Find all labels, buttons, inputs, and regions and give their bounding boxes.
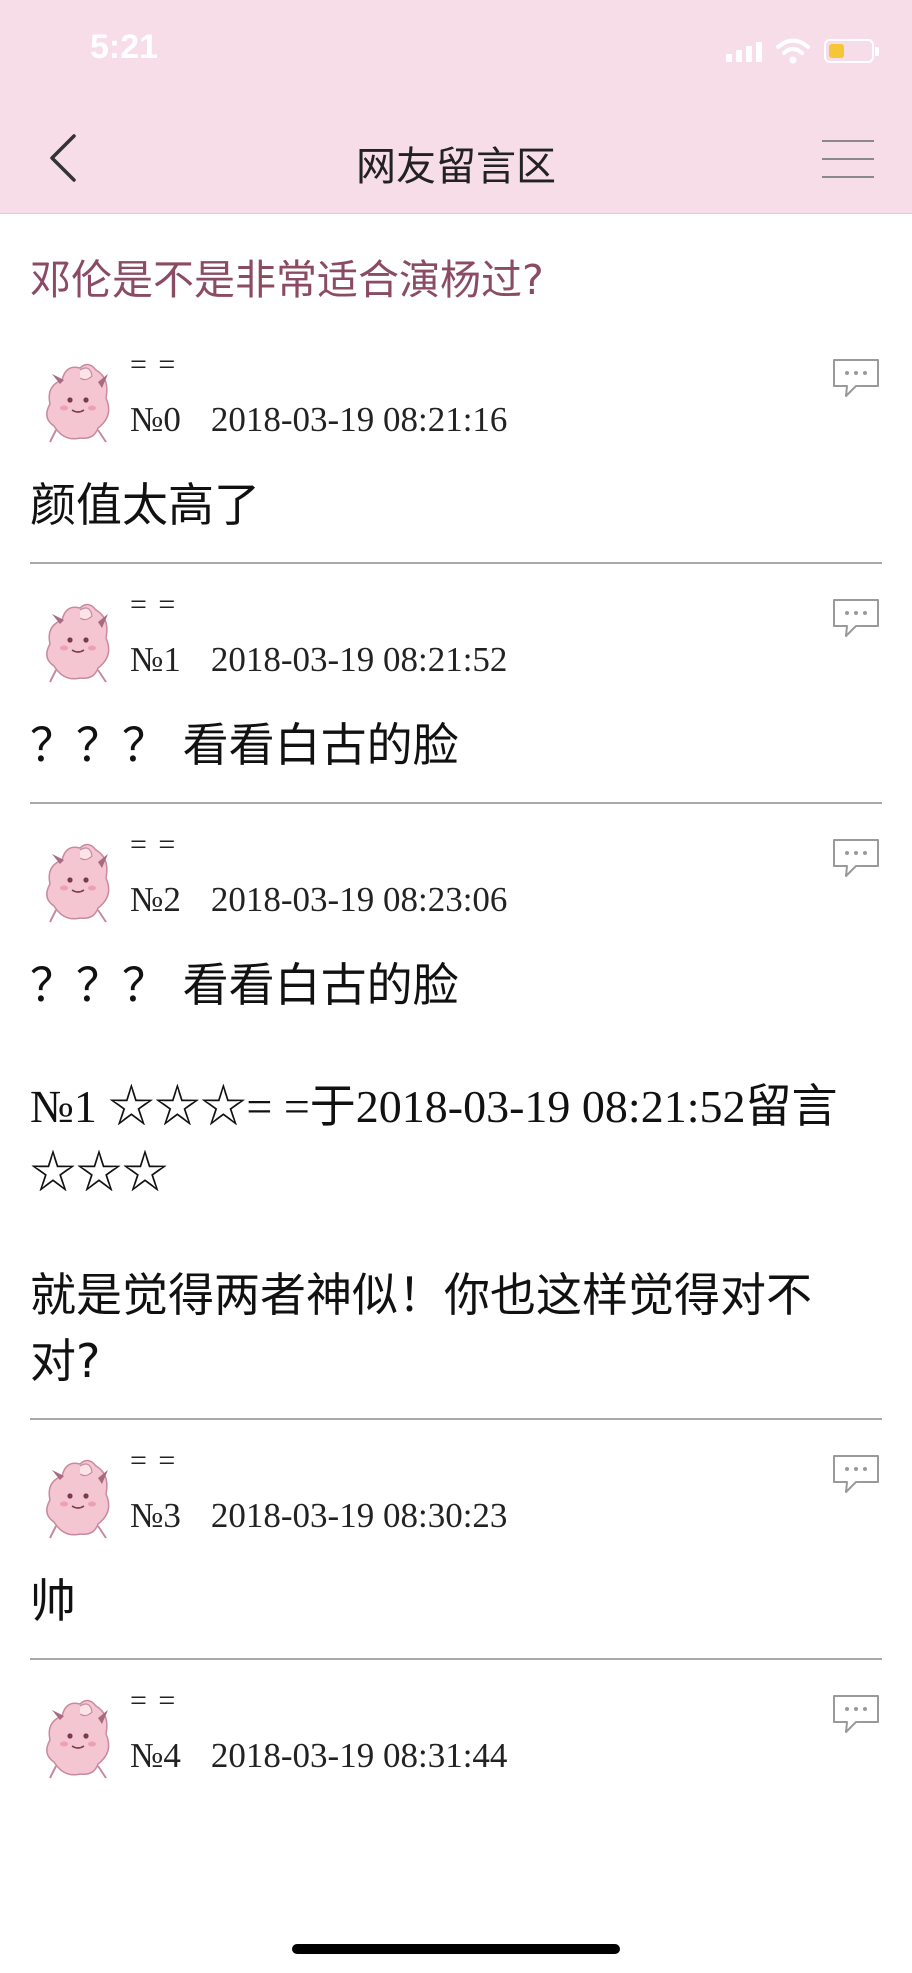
avatar[interactable] bbox=[36, 1452, 120, 1542]
status-time: 5:21 bbox=[90, 28, 159, 66]
comment-item: = = №1 2018-03-19 08:21:52 ？？？ 看看白古的脸 bbox=[0, 580, 912, 804]
comment-username: = = bbox=[130, 828, 178, 861]
comment-number: №1 bbox=[130, 640, 181, 679]
comment-text: ？？？ 看看白古的脸 bbox=[30, 718, 459, 772]
comment-timestamp: 2018-03-19 08:31:44 bbox=[210, 1736, 508, 1775]
avatar[interactable] bbox=[36, 596, 120, 686]
comment-username: = = bbox=[130, 348, 178, 381]
comment-body: 颜值太高了 bbox=[30, 460, 882, 562]
comment-item: = = №3 2018-03-19 08:30:23 帅 bbox=[0, 1436, 912, 1660]
status-icons bbox=[726, 38, 879, 64]
comment-divider bbox=[30, 562, 882, 564]
battery-level bbox=[829, 44, 844, 58]
comment-meta: №3 2018-03-19 08:30:23 bbox=[130, 1496, 507, 1536]
page-title: 网友留言区 bbox=[356, 144, 556, 190]
comment-bubble-icon bbox=[833, 359, 879, 397]
wifi-icon bbox=[776, 38, 810, 64]
comment-item: = = №2 2018-03-19 08:23:06 ？？？ 看看白古的脸 №1 ☆☆☆… bbox=[0, 820, 912, 1420]
comment-bubble-icon bbox=[833, 1695, 879, 1733]
comment-header: = = №0 2018-03-19 08:21:16 bbox=[30, 340, 882, 460]
topic-title: 邓伦是不是非常适合演杨过? bbox=[30, 256, 544, 304]
comment-number: №2 bbox=[130, 880, 181, 919]
comment-meta: №1 2018-03-19 08:21:52 bbox=[130, 640, 507, 680]
comment-bubble-icon bbox=[833, 1455, 879, 1493]
comment-text: 颜值太高了 bbox=[30, 478, 260, 532]
comment-username: = = bbox=[130, 1684, 178, 1717]
comment-timestamp: 2018-03-19 08:30:23 bbox=[210, 1496, 508, 1535]
reply-button[interactable] bbox=[830, 836, 882, 880]
comment-divider bbox=[30, 1418, 882, 1420]
reply-button[interactable] bbox=[830, 596, 882, 640]
comment-number: №4 bbox=[130, 1736, 181, 1775]
signal-icon bbox=[726, 40, 762, 62]
comment-meta: №2 2018-03-19 08:23:06 bbox=[130, 880, 507, 920]
reply-button[interactable] bbox=[830, 356, 882, 400]
comment-divider bbox=[30, 1658, 882, 1660]
comment-timestamp: 2018-03-19 08:21:52 bbox=[210, 640, 508, 679]
comment-body: ？？？ 看看白古的脸 bbox=[30, 700, 882, 802]
comment-meta: №4 2018-03-19 08:31:44 bbox=[130, 1736, 507, 1776]
status-bar: 5:21 bbox=[0, 0, 912, 100]
comment-divider bbox=[30, 802, 882, 804]
quoted-reply: №1 ☆☆☆= =于2018-03-19 08:21:52留言☆☆☆ bbox=[30, 1081, 838, 1198]
comment-item: = = №0 2018-03-19 08:21:16 颜值太高了 bbox=[0, 340, 912, 564]
comment-header: = = №2 2018-03-19 08:23:06 bbox=[30, 820, 882, 940]
avatar[interactable] bbox=[36, 836, 120, 926]
avatar[interactable] bbox=[36, 1692, 120, 1782]
comment-timestamp: 2018-03-19 08:23:06 bbox=[210, 880, 508, 919]
reply-text: 就是觉得两者神似！你也这样觉得对不对? bbox=[30, 1268, 812, 1388]
comment-meta: №0 2018-03-19 08:21:16 bbox=[130, 400, 507, 440]
comment-timestamp: 2018-03-19 08:21:16 bbox=[210, 400, 508, 439]
comment-number: №3 bbox=[130, 1496, 181, 1535]
comment-username: = = bbox=[130, 588, 178, 621]
comment-text: ？？？ 看看白古的脸 bbox=[30, 958, 459, 1012]
comment-header: = = №3 2018-03-19 08:30:23 bbox=[30, 1436, 882, 1556]
comment-bubble-icon bbox=[833, 839, 879, 877]
comment-number: №0 bbox=[130, 400, 181, 439]
comment-list: = = №0 2018-03-19 08:21:16 颜值太高了 = = №1 2018-… bbox=[0, 340, 912, 1796]
comment-body: 帅 bbox=[30, 1556, 882, 1658]
comment-username: = = bbox=[130, 1444, 178, 1477]
avatar[interactable] bbox=[36, 356, 120, 446]
reply-button[interactable] bbox=[830, 1452, 882, 1496]
comment-body: ？？？ 看看白古的脸 №1 ☆☆☆= =于2018-03-19 08:21:52留… bbox=[30, 940, 882, 1418]
home-indicator[interactable] bbox=[292, 1944, 620, 1954]
comment-text: 帅 bbox=[30, 1574, 76, 1628]
comment-header: = = №4 2018-03-19 08:31:44 bbox=[30, 1676, 882, 1796]
comment-header: = = №1 2018-03-19 08:21:52 bbox=[30, 580, 882, 700]
comment-item: = = №4 2018-03-19 08:31:44 bbox=[0, 1676, 912, 1796]
nav-bar: 网友留言区 bbox=[0, 100, 912, 214]
menu-button[interactable] bbox=[822, 140, 874, 180]
battery-icon bbox=[824, 39, 879, 63]
comment-bubble-icon bbox=[833, 599, 879, 637]
reply-button[interactable] bbox=[830, 1692, 882, 1736]
hamburger-menu-icon bbox=[822, 140, 874, 142]
